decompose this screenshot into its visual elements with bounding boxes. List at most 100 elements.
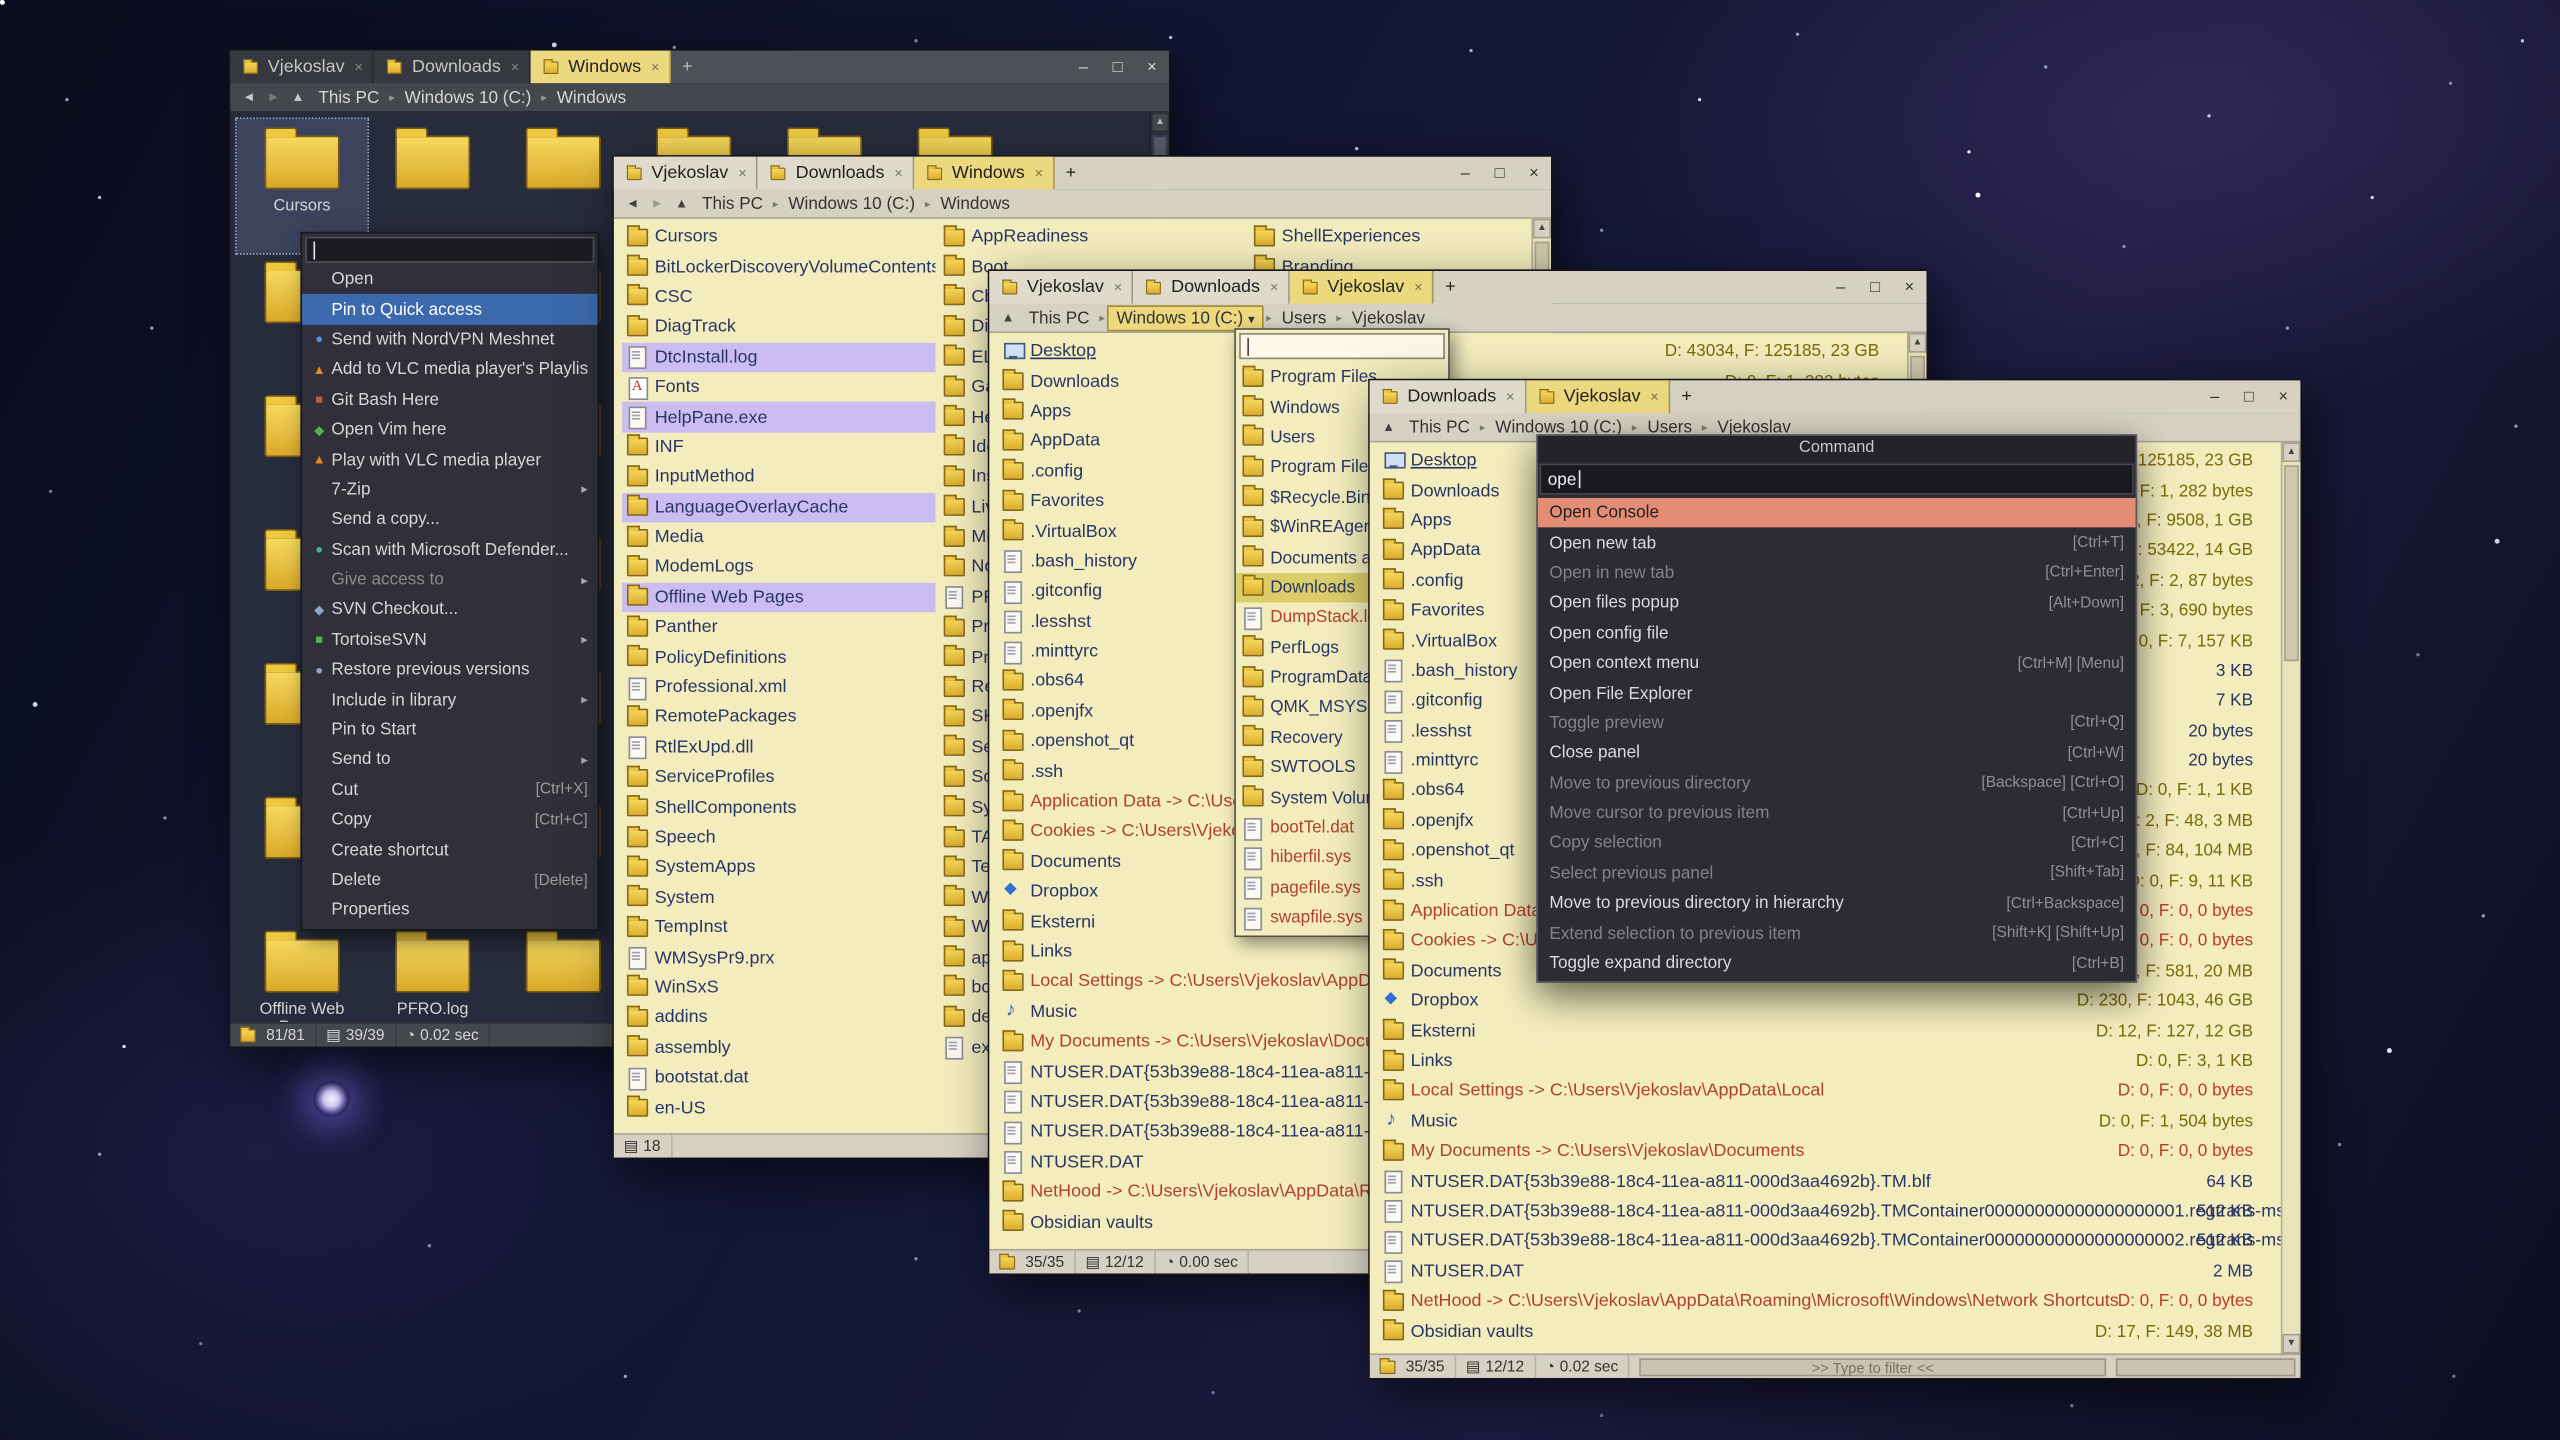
tab-close-icon[interactable]: × (354, 59, 363, 75)
file-row[interactable]: Professional.xml (622, 672, 935, 702)
tab[interactable]: Vjekoslav × (1526, 380, 1670, 413)
command-item[interactable]: Move to previous directory in hierarchy … (1538, 888, 2136, 918)
command-item[interactable]: Extend selection to previous item [Shift… (1538, 918, 2136, 948)
file-row[interactable]: My Documents -> C:\Users\Vjekoslav\Docum… (1378, 1136, 2279, 1166)
new-tab-button[interactable]: + (671, 51, 704, 84)
up-icon[interactable]: ▲ (1376, 420, 1400, 435)
scroll-up-icon[interactable]: ▲ (1533, 219, 1551, 239)
breadcrumb-item[interactable]: This PC (1401, 416, 1478, 439)
new-tab-button[interactable]: + (1670, 380, 1703, 413)
new-tab-button[interactable]: + (1055, 157, 1088, 190)
titlebar-spacer[interactable] (1703, 380, 2198, 413)
context-menu-item[interactable]: Open (302, 264, 598, 294)
grid-item[interactable]: PFRO.log (367, 922, 498, 1022)
file-row[interactable]: Fonts (622, 372, 935, 402)
context-menu-item[interactable]: Send a copy... (302, 505, 598, 535)
command-item[interactable]: Toggle preview [Ctrl+Q] (1538, 708, 2136, 738)
context-menu-item[interactable]: Send to ▸ (302, 745, 598, 775)
tab[interactable]: Downloads × (1370, 380, 1526, 413)
tab[interactable]: Vjekoslav × (230, 51, 374, 84)
titlebar[interactable]: Downloads × Vjekoslav × + – □ × (1370, 380, 2301, 413)
scroll-down-icon[interactable]: ▼ (2282, 1334, 2300, 1354)
file-row[interactable]: RtlExUpd.dll (622, 732, 935, 762)
file-row[interactable]: ServiceProfiles (622, 762, 935, 792)
context-menu-item[interactable]: ◆ Open Vim here (302, 415, 598, 445)
command-item[interactable]: Copy selection [Ctrl+C] (1538, 828, 2136, 858)
minimize-button[interactable]: – (1448, 164, 1482, 182)
file-row[interactable]: INF (622, 432, 935, 462)
titlebar[interactable]: Vjekoslav × Downloads × Vjekoslav × + – … (989, 271, 1926, 304)
breadcrumb-item[interactable]: Windows 10 (C:) (780, 192, 923, 215)
close-button[interactable]: × (1517, 164, 1551, 182)
file-row[interactable]: AppReadiness (939, 222, 1252, 252)
file-row[interactable]: Desktop D: 43034, F: 125185, 23 GB (998, 336, 1906, 366)
context-menu-filter-input[interactable] (305, 237, 594, 263)
file-row[interactable]: LanguageOverlayCache (622, 492, 935, 522)
context-menu-item[interactable]: ◆ SVN Checkout... (302, 595, 598, 625)
file-row[interactable]: ShellExperiences (1249, 222, 1551, 252)
context-menu-item[interactable]: Cut [Ctrl+X] (302, 775, 598, 805)
file-row[interactable]: BitLockerDiscoveryVolumeContents (622, 252, 935, 282)
breadcrumb-item[interactable]: Users (1273, 306, 1334, 329)
tab[interactable]: Downloads × (374, 51, 530, 84)
file-row[interactable]: ShellComponents (622, 793, 935, 823)
file-row[interactable]: NetHood -> C:\Users\Vjekoslav\AppData\Ro… (1378, 1286, 2279, 1316)
file-row[interactable]: en-US (622, 1093, 935, 1123)
file-row[interactable]: Cursors (622, 222, 935, 252)
file-row[interactable]: CSC (622, 282, 935, 312)
file-row[interactable]: TempInst (622, 913, 935, 943)
file-row[interactable]: ModemLogs (622, 552, 935, 582)
maximize-button[interactable]: □ (1482, 164, 1516, 182)
file-row[interactable]: Music D: 0, F: 1, 504 bytes (1378, 1106, 2279, 1136)
maximize-button[interactable]: □ (1858, 278, 1892, 296)
command-item[interactable]: Close panel [Ctrl+W] (1538, 738, 2136, 768)
command-item[interactable]: Move to previous directory [Backspace] [… (1538, 768, 2136, 798)
forward-icon[interactable]: ► (645, 196, 669, 211)
context-menu-item[interactable]: ▲ Add to VLC media player's Playlist (302, 355, 598, 385)
tab-close-icon[interactable]: × (1414, 279, 1423, 295)
grid-item[interactable] (498, 922, 629, 1022)
titlebar-spacer[interactable] (1087, 157, 1448, 190)
titlebar-spacer[interactable] (1467, 271, 1824, 304)
tab-close-icon[interactable]: × (894, 165, 903, 181)
command-item[interactable]: Open files popup [Alt+Down] (1538, 588, 2136, 618)
up-icon[interactable]: ▲ (286, 90, 310, 105)
context-menu-item[interactable]: Pin to Quick access (302, 295, 598, 325)
file-row[interactable]: WinSxS (622, 973, 935, 1003)
context-menu-item[interactable]: ■ TortoiseSVN ▸ (302, 625, 598, 655)
tab[interactable]: Windows × (531, 51, 671, 84)
tab-close-icon[interactable]: × (1506, 389, 1515, 405)
tab-close-icon[interactable]: × (1114, 279, 1123, 295)
file-row[interactable]: InputMethod (622, 462, 935, 492)
file-row[interactable]: Dropbox D: 230, F: 1043, 46 GB (1378, 986, 2279, 1016)
command-item[interactable]: Open File Explorer (1538, 678, 2136, 708)
file-row[interactable]: NTUSER.DAT{53b39e88-18c4-11ea-a811-000d3… (1378, 1166, 2279, 1196)
back-icon[interactable]: ◄ (620, 196, 644, 211)
tab[interactable]: Windows × (914, 157, 1054, 190)
scroll-up-icon[interactable]: ▲ (2282, 442, 2300, 462)
up-icon[interactable]: ▲ (669, 196, 693, 211)
dropdown-filter-input[interactable] (1239, 333, 1445, 359)
minimize-button[interactable]: – (2198, 388, 2232, 406)
tab-close-icon[interactable]: × (738, 165, 747, 181)
file-row[interactable]: Eksterni D: 12, F: 127, 12 GB (1378, 1016, 2279, 1046)
up-icon[interactable]: ▲ (996, 310, 1020, 325)
file-row[interactable]: bootstat.dat (622, 1063, 935, 1093)
command-item[interactable]: Select previous panel [Shift+Tab] (1538, 858, 2136, 888)
file-row[interactable]: SystemApps (622, 853, 935, 883)
command-item[interactable]: Open in new tab [Ctrl+Enter] (1538, 558, 2136, 588)
file-row[interactable]: NTUSER.DAT 2 MB (1378, 1256, 2279, 1286)
vertical-scrollbar[interactable]: ▲ ▼ (2281, 442, 2301, 1353)
tab-close-icon[interactable]: × (1650, 389, 1659, 405)
tab[interactable]: Vjekoslav × (614, 157, 758, 190)
breadcrumb-item[interactable]: Windows (549, 86, 635, 109)
scroll-up-icon[interactable]: ▲ (1909, 333, 1927, 353)
minimize-button[interactable]: – (1824, 278, 1858, 296)
breadcrumb-item[interactable]: This PC (694, 192, 771, 215)
file-row[interactable]: addins (622, 1003, 935, 1033)
back-icon[interactable]: ◄ (237, 90, 261, 105)
close-button[interactable]: × (2266, 388, 2300, 406)
context-menu-item[interactable]: Give access to ▸ (302, 565, 598, 595)
tab-close-icon[interactable]: × (651, 59, 660, 75)
command-item[interactable]: Open context menu [Ctrl+M] [Menu] (1538, 648, 2136, 678)
